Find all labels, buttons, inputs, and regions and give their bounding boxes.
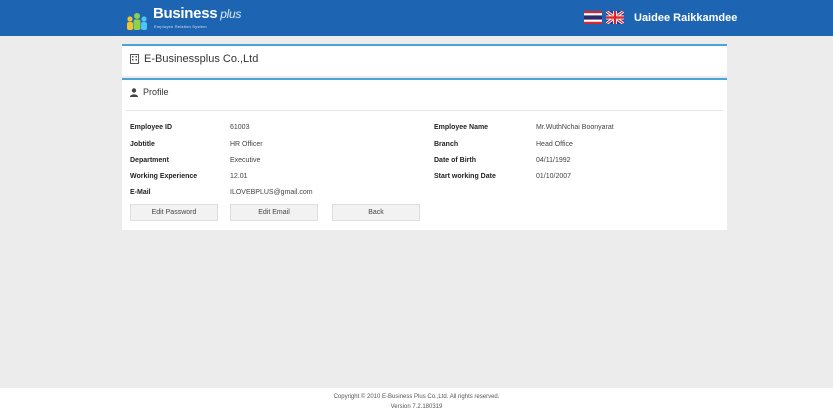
copyright-text: Copyright © 2010 E-Business Plus Co.,Ltd… <box>333 394 500 400</box>
logo-plus: plus <box>220 7 242 21</box>
start-working-date-value: 01/10/2007 <box>536 173 572 180</box>
logo-text: Business plus <box>153 5 241 22</box>
user-icon <box>130 87 138 97</box>
employee-id-value: 61003 <box>230 124 250 131</box>
edit-password-button[interactable]: Edit Password <box>130 204 218 221</box>
email-value: ILOVEBPLUS@gmail.com <box>230 189 313 196</box>
back-button[interactable]: Back <box>332 204 420 221</box>
app-logo[interactable]: Business plus Employee Relation System <box>124 4 284 32</box>
department-value: Executive <box>230 157 261 164</box>
thai-flag-icon[interactable] <box>584 11 602 24</box>
jobtitle-value: HR Officer <box>230 141 263 148</box>
jobtitle-label: Jobtitle <box>130 141 155 148</box>
profile-panel: Profile Employee ID 61003 Jobtitle HR Of… <box>122 78 727 230</box>
start-working-date-label: Start working Date <box>434 173 496 180</box>
edit-email-button[interactable]: Edit Email <box>230 204 318 221</box>
date-of-birth-value: 04/11/1992 <box>536 157 571 164</box>
department-label: Department <box>130 157 169 164</box>
employee-name-value: Mr.WuthNchai Boonyarat <box>536 124 614 131</box>
branch-label: Branch <box>434 141 459 148</box>
company-panel: E-Businessplus Co.,Ltd <box>122 44 727 76</box>
page-footer: Copyright © 2010 E-Business Plus Co.,Ltd… <box>0 388 833 411</box>
profile-title: Profile <box>143 87 169 97</box>
working-experience-label: Working Experience <box>130 173 198 180</box>
uk-flag-icon[interactable] <box>606 11 624 24</box>
logo-tagline: Employee Relation System <box>154 24 207 29</box>
company-name: E-Businessplus Co.,Ltd <box>144 53 259 65</box>
people-logo-icon <box>127 13 147 30</box>
email-label: E-Mail <box>130 189 151 196</box>
top-header-bar: Business plus Employee Relation System Ua… <box>0 0 833 36</box>
profile-header: Profile <box>130 87 169 97</box>
building-icon <box>130 54 139 64</box>
date-of-birth-label: Date of Birth <box>434 157 476 164</box>
profile-divider <box>126 110 723 111</box>
company-header: E-Businessplus Co.,Ltd <box>130 53 258 65</box>
version-text: Version 7.2.180319 <box>390 404 443 410</box>
employee-id-label: Employee ID <box>130 124 173 131</box>
working-experience-value: 12.01 <box>230 173 248 180</box>
logo-business: Business <box>153 5 218 22</box>
branch-value: Head Office <box>536 141 573 148</box>
user-name[interactable]: Uaidee Raikkamdee <box>634 12 737 24</box>
employee-name-label: Employee Name <box>434 124 489 131</box>
